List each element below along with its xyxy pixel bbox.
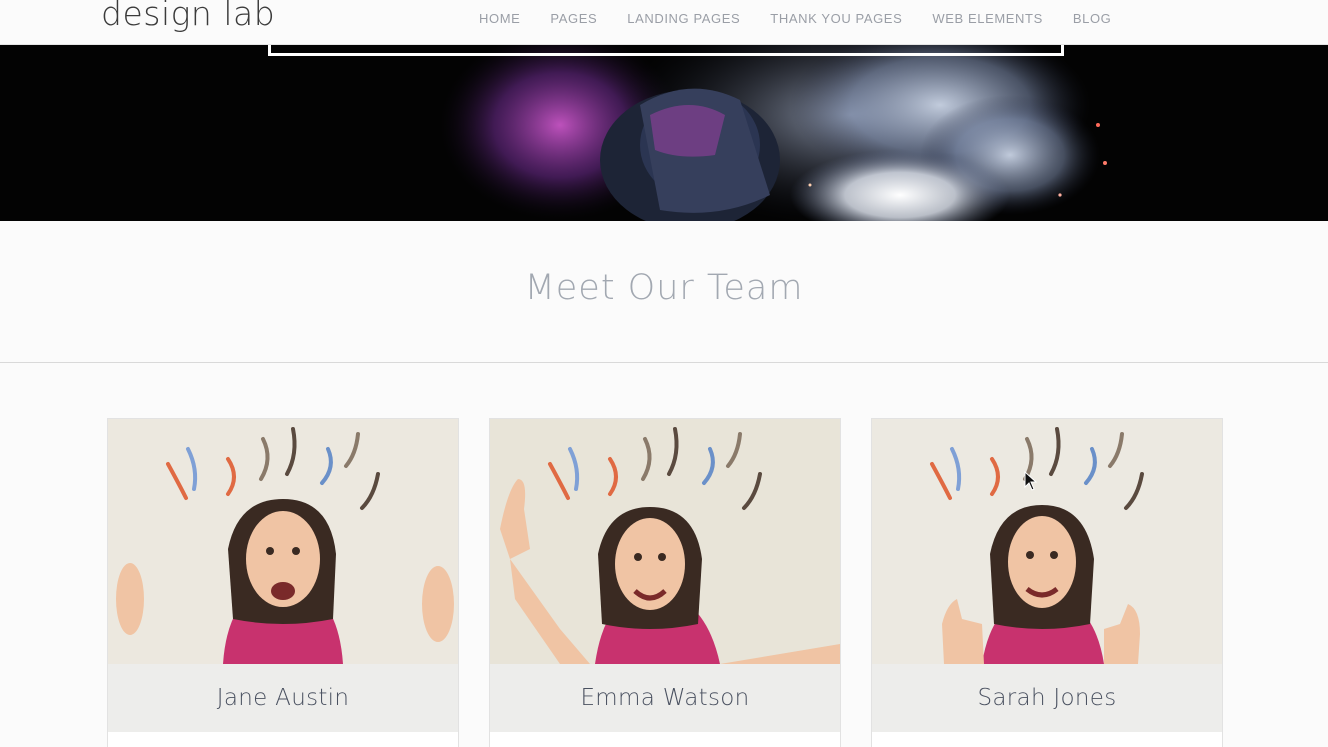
team-card-jane[interactable]: Jane Austin: [107, 418, 459, 747]
site-logo[interactable]: design lab: [101, 0, 275, 33]
hero-text-box-frame: [268, 45, 1064, 56]
section-divider: [0, 362, 1328, 363]
page: design lab HOME PAGES LANDING PAGES THAN…: [0, 0, 1328, 747]
team-photo: [490, 419, 840, 664]
nav-home[interactable]: HOME: [479, 11, 520, 26]
site-header: design lab HOME PAGES LANDING PAGES THAN…: [0, 0, 1328, 45]
mouse-cursor-icon: [1024, 471, 1038, 491]
team-member-name: Emma Watson: [580, 685, 750, 711]
nav-web-elements[interactable]: WEB ELEMENTS: [932, 11, 1043, 26]
welder-image: [0, 45, 1328, 221]
team-card-emma[interactable]: Emma Watson: [489, 418, 841, 747]
team-name-bar: Sarah Jones: [872, 664, 1222, 732]
nav-pages[interactable]: PAGES: [550, 11, 597, 26]
team-card-sarah[interactable]: Sarah Jones: [871, 418, 1223, 747]
team-section-title: Meet Our Team: [524, 268, 804, 308]
team-member-name: Jane Austin: [216, 685, 350, 711]
team-member-name: Sarah Jones: [977, 685, 1117, 711]
team-photo: [872, 419, 1222, 664]
nav-blog[interactable]: BLOG: [1073, 11, 1112, 26]
team-name-bar: Jane Austin: [108, 664, 458, 732]
main-nav: HOME PAGES LANDING PAGES THANK YOU PAGES…: [464, 11, 1126, 26]
nav-thank-you-pages[interactable]: THANK YOU PAGES: [770, 11, 902, 26]
team-photo: [108, 419, 458, 664]
nav-landing-pages[interactable]: LANDING PAGES: [627, 11, 740, 26]
hero-banner: [0, 45, 1328, 221]
team-name-bar: Emma Watson: [490, 664, 840, 732]
